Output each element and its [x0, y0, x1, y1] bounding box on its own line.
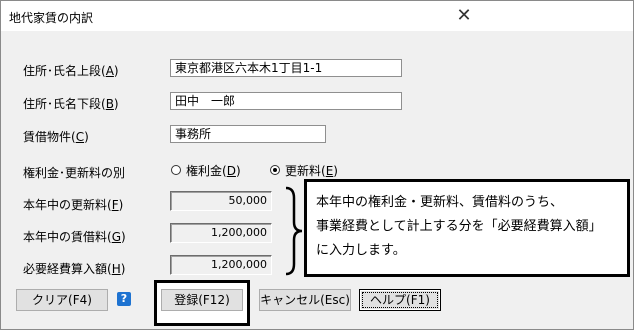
clear-button[interactable]: クリア(F4): [16, 289, 108, 311]
address-upper-label: 住所･氏名上段(A): [23, 64, 119, 78]
note-text: 本年中の権利金・更新料、賃借料のうち、 事業経費として計上する分を「必要経費算入…: [306, 181, 642, 295]
property-input[interactable]: 事務所: [170, 125, 326, 143]
radio-renewal-fee[interactable]: [270, 165, 280, 175]
help-icon[interactable]: ?: [117, 292, 131, 306]
radio-renewal-fee-label[interactable]: 更新料(E): [285, 162, 338, 179]
renewal-fee-field[interactable]: 50,000: [170, 191, 272, 211]
expense-label: 必要経費算入額(H): [23, 262, 126, 276]
property-label: 賃借物件(C): [23, 130, 89, 144]
rent-field[interactable]: 1,200,000: [170, 223, 272, 243]
close-icon[interactable]: ✕: [453, 5, 475, 27]
note-line-1: 本年中の権利金・更新料、賃借料のうち、: [316, 195, 564, 210]
rent-label: 本年中の賃借料(G): [23, 230, 126, 244]
address-lower-label: 住所･氏名下段(B): [23, 97, 119, 111]
radio-key-money[interactable]: [171, 165, 181, 175]
title-bar: 地代家賃の内訳 ✕: [1, 1, 633, 31]
type-choice-label: 権利金･更新料の別: [23, 166, 126, 180]
address-upper-input[interactable]: 東京都港区六本木1丁目1-1: [170, 59, 402, 77]
note-line-3: に入力します。: [316, 243, 406, 258]
radio-key-money-label[interactable]: 権利金(D): [186, 162, 241, 179]
register-button[interactable]: 登録(F12): [161, 289, 243, 311]
note-line-2: 事業経費として計上する分を「必要経費算入額」: [316, 219, 602, 234]
window-title: 地代家賃の内訳: [9, 11, 94, 25]
expense-field[interactable]: 1,200,000: [170, 255, 272, 275]
address-lower-input[interactable]: 田中 一郎: [170, 92, 402, 110]
renewal-fee-label: 本年中の更新料(F): [23, 198, 124, 212]
